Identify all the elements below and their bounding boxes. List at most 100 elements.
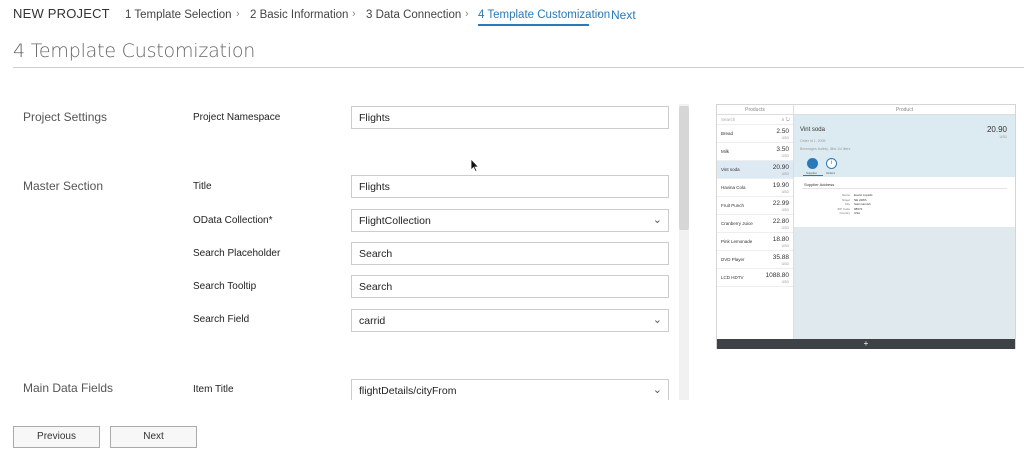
next-button[interactable]: Next <box>110 426 197 448</box>
step-template-customization[interactable]: 4 Template Customization <box>478 9 610 21</box>
preview-item-currency: USD <box>781 208 789 212</box>
preview-tab-indicator <box>803 175 823 176</box>
odata-collection-select[interactable]: FlightCollection ⌄ <box>351 209 669 232</box>
preview-item-currency: USD <box>781 136 789 140</box>
search-field-label: Search Field <box>193 314 250 325</box>
search-field-select[interactable]: carrid ⌄ <box>351 309 669 332</box>
active-step-indicator <box>478 24 589 26</box>
add-icon: + <box>863 339 869 348</box>
chevron-right-icon: › <box>597 8 601 20</box>
wizard-header: NEW PROJECT 1 Template Selection › 2 Bas… <box>0 0 1024 30</box>
item-title-label: Item Title <box>193 384 234 395</box>
step-template-selection[interactable]: 1 Template Selection <box>125 9 232 21</box>
preview-supplier-value: NE 228th <box>854 197 867 202</box>
step-basic-information[interactable]: 2 Basic Information <box>250 9 348 21</box>
preview-item-currency: USD <box>781 280 789 284</box>
preview-list-item: Milk 3.50 USD <box>717 143 793 161</box>
preview-supplier-key: ZIP Code <box>837 206 850 211</box>
preview-supplier-form: Supplier Address Name Exotic Liquids Stree… <box>794 177 1015 227</box>
chevron-right-icon: › <box>236 8 240 20</box>
title-label: Title <box>193 181 212 192</box>
preview-object-header: Vint soda 20.90 USD Order Id 1, 2005 Bev… <box>794 115 1015 177</box>
preview-item-name: Vint soda <box>721 167 740 172</box>
title-value: Flights <box>359 181 390 193</box>
preview-item-name: Havina Cola <box>721 185 746 190</box>
chevron-right-icon: › <box>352 8 356 20</box>
preview-object-attr1: Order Id 1, 2005 <box>800 139 826 143</box>
preview-item-currency: USD <box>781 262 789 266</box>
heading-divider <box>13 67 1024 68</box>
preview-item-name: DVD Player <box>721 257 745 262</box>
project-title: NEW PROJECT <box>13 6 110 21</box>
odata-collection-label: OData Collection* <box>193 215 273 226</box>
preview-list-item: LCD HDTV 1088.80 USD <box>717 269 793 287</box>
preview-item-currency: USD <box>781 244 789 248</box>
search-placeholder-value: Search <box>359 248 393 260</box>
preview-list-item: Havina Cola 19.90 USD <box>717 179 793 197</box>
search-icon: ⌕ ↻ <box>781 117 790 123</box>
search-placeholder-input[interactable]: Search <box>351 242 669 265</box>
preview-master-header: Products <box>717 105 793 115</box>
preview-supplier-value: USA <box>854 211 861 215</box>
chevron-right-icon: › <box>465 8 469 20</box>
preview-item-currency: USD <box>781 154 789 158</box>
search-placeholder-label: Search Placeholder <box>193 248 281 259</box>
previous-button[interactable]: Previous <box>13 426 100 448</box>
preview-empty-area <box>794 227 1015 339</box>
form-scrollbar-thumb[interactable] <box>679 106 689 230</box>
preview-object-title: Vint soda <box>800 127 825 133</box>
preview-form-divider <box>802 188 1007 189</box>
preview-supplier-key: City <box>844 202 850 206</box>
preview-item-price: 35.88 <box>772 254 789 261</box>
preview-item-price: 1088.80 <box>765 272 790 279</box>
project-namespace-value: Flights <box>359 112 390 124</box>
preview-supplier-title: Supplier Address <box>804 182 835 187</box>
supplier-tab-icon <box>807 158 818 169</box>
odata-collection-value: FlightCollection <box>359 215 431 227</box>
preview-item-name: Milk <box>721 149 729 154</box>
search-tooltip-input[interactable]: Search <box>351 275 669 298</box>
project-namespace-input[interactable]: Flights <box>351 106 669 129</box>
preview-list-item: DVD Player 35.88 USD <box>717 251 793 269</box>
preview-item-name: Pink Lemonade <box>721 239 753 244</box>
search-tooltip-label: Search Tooltip <box>193 281 257 292</box>
info-icon: i <box>826 158 837 169</box>
preview-supplier-key: Name <box>841 193 850 197</box>
preview-detail: Product Vint soda 20.90 USD Order Id 1, … <box>794 105 1015 339</box>
preview-master-list: Products Search ⌕ ↻ Bread 2.50 USD Milk 3.50… <box>717 105 794 339</box>
chevron-down-icon: ⌄ <box>652 314 662 326</box>
preview-item-price: 19.90 <box>772 182 789 189</box>
preview-object-currency: USD <box>999 135 1007 139</box>
preview-supplier-value: Sammamish <box>854 202 871 206</box>
preview-supplier-value: 98074 <box>854 206 863 211</box>
preview-footer: + <box>717 339 1015 349</box>
title-input[interactable]: Flights <box>351 175 669 198</box>
search-tooltip-value: Search <box>359 281 393 293</box>
preview-item-price: 20.90 <box>772 164 789 171</box>
preview-search-text: Search <box>721 117 736 122</box>
preview-item-name: Cranberry Juice <box>721 221 753 226</box>
preview-item-price: 22.80 <box>772 218 789 225</box>
preview-tab-orders: Orders <box>826 171 836 175</box>
next-link[interactable]: Next <box>611 8 636 22</box>
preview-item-currency: USD <box>781 226 789 230</box>
chevron-down-icon: ⌄ <box>652 214 662 226</box>
preview-object-price: 20.90 <box>986 125 1007 134</box>
preview-item-currency: USD <box>781 172 789 176</box>
preview-supplier-value: Exotic Liquids <box>854 193 873 197</box>
preview-item-list: Bread 2.50 USD Milk 3.50 USD Vint soda 20.90 USD… <box>717 125 793 287</box>
section-master: Master Section <box>23 179 104 193</box>
template-preview: Products Search ⌕ ↻ Bread 2.50 USD Milk 3.50… <box>716 104 1016 349</box>
preview-search-field: Search ⌕ ↻ <box>717 115 793 125</box>
preview-list-item: Fruit Punch 22.99 USD <box>717 197 793 215</box>
item-title-select[interactable]: flightDetails/cityFrom ⌄ <box>351 379 669 400</box>
preview-list-item: Bread 2.50 USD <box>717 125 793 143</box>
mouse-cursor-icon <box>470 158 480 172</box>
section-main-data-fields: Main Data Fields <box>23 381 114 395</box>
preview-item-price: 2.50 <box>776 128 789 135</box>
step-data-connection[interactable]: 3 Data Connection <box>366 9 461 21</box>
preview-item-currency: USD <box>781 190 789 194</box>
chevron-down-icon: ⌄ <box>652 384 662 396</box>
preview-item-price: 18.80 <box>772 236 789 243</box>
item-title-value: flightDetails/cityFrom <box>359 385 457 397</box>
